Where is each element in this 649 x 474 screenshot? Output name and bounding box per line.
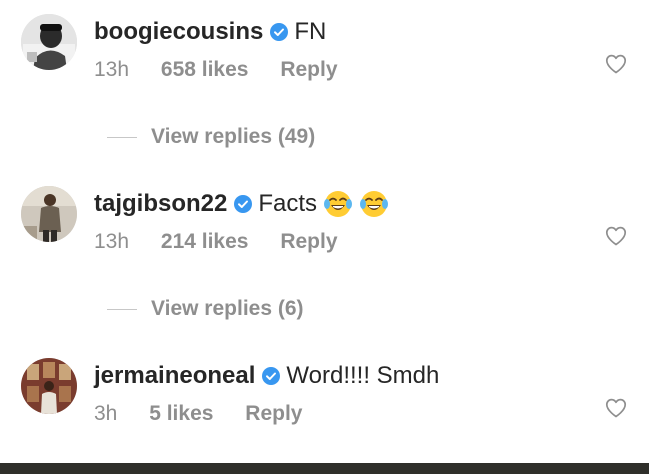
likes-count[interactable]: 658 likes bbox=[161, 58, 249, 82]
comment-line: tajgibson22 Facts bbox=[94, 186, 389, 222]
reply-button[interactable]: Reply bbox=[280, 230, 337, 254]
verified-badge-icon bbox=[262, 367, 281, 385]
view-replies-label: View replies (49) bbox=[151, 125, 316, 148]
comment-meta: 3h 5 likes Reply bbox=[94, 402, 302, 426]
username[interactable]: tajgibson22 bbox=[94, 190, 227, 218]
comment-line: jermaineoneal Word!!!! Smdh bbox=[94, 358, 439, 394]
avatar[interactable] bbox=[21, 186, 77, 242]
comment-text: Word!!!! Smdh bbox=[286, 362, 440, 389]
comment-meta: 13h 214 likes Reply bbox=[94, 230, 338, 254]
comment-line: boogiecousins FN bbox=[94, 14, 326, 50]
comment-jermaineoneal: jermaineoneal Word!!!! Smdh 3h 5 likes R… bbox=[0, 358, 649, 448]
username[interactable]: boogiecousins bbox=[94, 18, 263, 46]
heart-outline-icon[interactable] bbox=[604, 396, 628, 420]
view-replies-label: View replies (6) bbox=[151, 297, 304, 320]
timestamp[interactable]: 13h bbox=[94, 230, 129, 254]
divider bbox=[107, 308, 137, 310]
tears-of-joy-emoji-icon bbox=[323, 189, 353, 219]
comment-text: Facts bbox=[258, 190, 318, 217]
reply-button[interactable]: Reply bbox=[280, 58, 337, 82]
comment-boogiecousins: boogiecousins FN 13h 658 likes Reply bbox=[0, 14, 649, 104]
username[interactable]: jermaineoneal bbox=[94, 362, 255, 390]
avatar[interactable] bbox=[21, 358, 77, 414]
comment-text: FN bbox=[294, 18, 327, 45]
divider bbox=[107, 136, 137, 138]
verified-badge-icon bbox=[234, 195, 253, 213]
view-replies-button[interactable]: View replies (6) bbox=[107, 294, 304, 324]
view-replies-button[interactable]: View replies (49) bbox=[107, 122, 315, 152]
timestamp[interactable]: 13h bbox=[94, 58, 129, 82]
avatar[interactable] bbox=[21, 14, 77, 70]
comment-tajgibson22: tajgibson22 Facts 13h 214 likes Reply bbox=[0, 186, 649, 276]
comment-meta: 13h 658 likes Reply bbox=[94, 58, 338, 82]
likes-count[interactable]: 214 likes bbox=[161, 230, 249, 254]
likes-count[interactable]: 5 likes bbox=[149, 402, 213, 426]
heart-outline-icon[interactable] bbox=[604, 52, 628, 76]
timestamp[interactable]: 3h bbox=[94, 402, 117, 426]
reply-button[interactable]: Reply bbox=[245, 402, 302, 426]
heart-outline-icon[interactable] bbox=[604, 224, 628, 248]
bottom-edge-bar bbox=[0, 463, 649, 474]
verified-badge-icon bbox=[270, 23, 289, 41]
tears-of-joy-emoji-icon bbox=[359, 189, 389, 219]
